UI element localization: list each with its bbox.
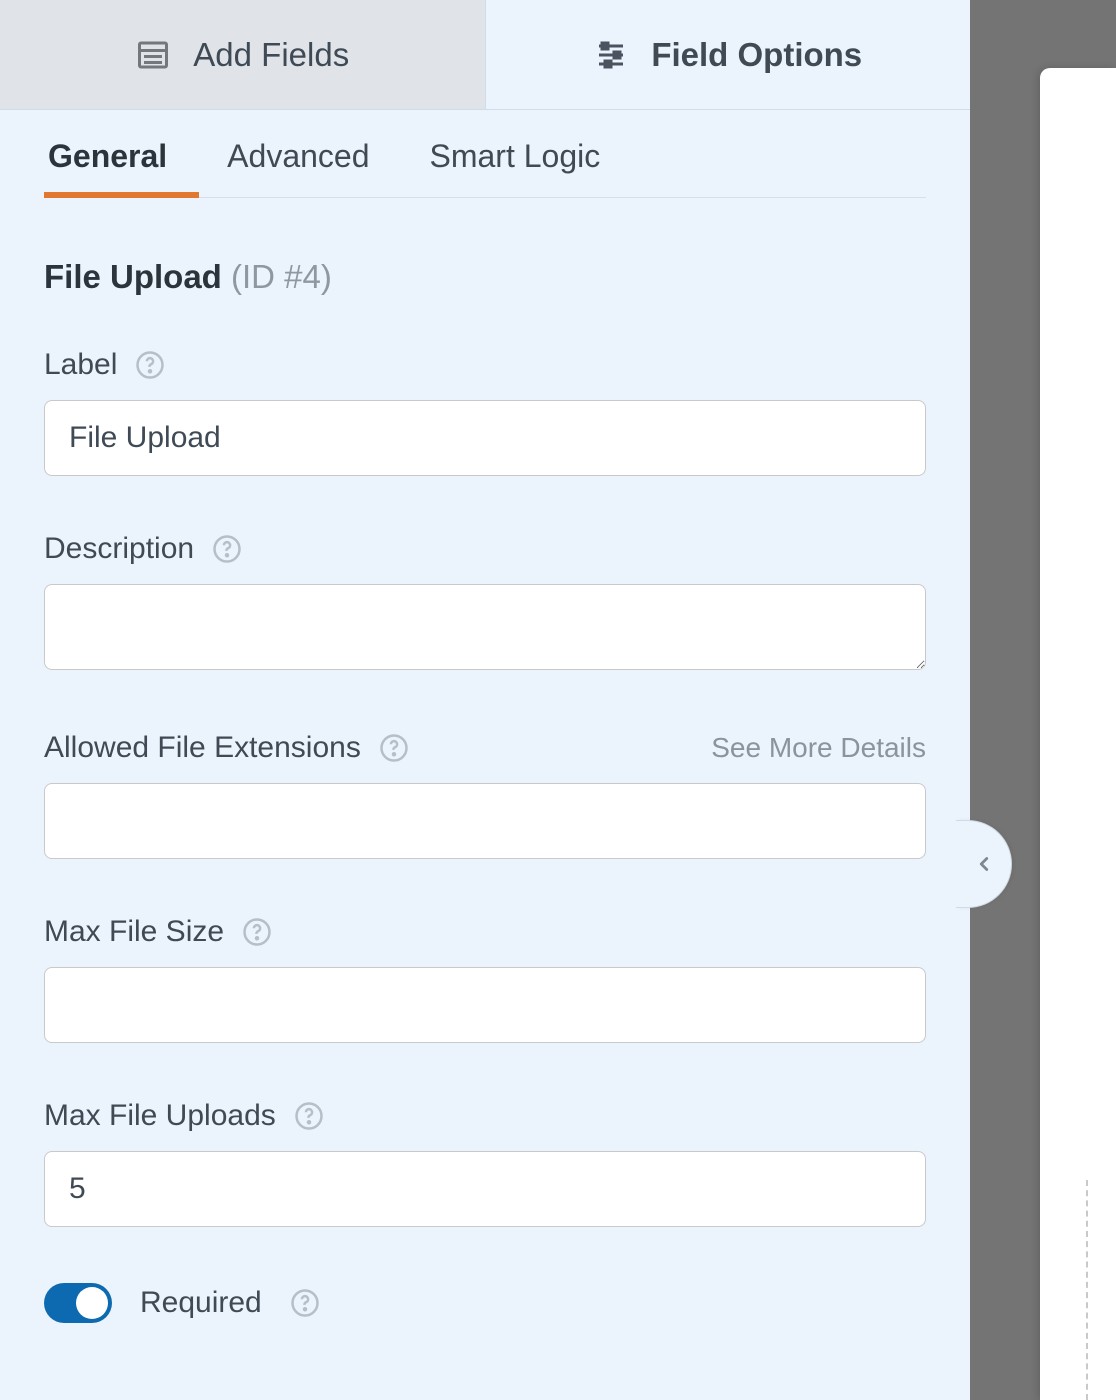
sliders-icon	[593, 37, 629, 73]
label-input[interactable]	[44, 400, 926, 476]
tab-add-fields[interactable]: Add Fields	[0, 0, 486, 109]
preview-dashed-edge	[1086, 1180, 1088, 1400]
help-icon[interactable]	[379, 733, 409, 763]
help-icon[interactable]	[135, 350, 165, 380]
sidebar-panel: Add Fields Field Options General	[0, 0, 970, 1400]
field-group-allowed-ext: Allowed File Extensions See More Details	[44, 731, 926, 859]
tab-add-fields-label: Add Fields	[193, 36, 349, 74]
section-title: File Upload (ID #4)	[44, 258, 926, 296]
tab-field-options[interactable]: Field Options	[486, 0, 971, 109]
description-input[interactable]	[44, 584, 926, 670]
required-label: Required	[140, 1286, 262, 1320]
allowed-ext-label: Allowed File Extensions	[44, 731, 361, 765]
preview-card	[1040, 68, 1116, 1400]
max-size-label: Max File Size	[44, 915, 224, 949]
field-group-description: Description	[44, 532, 926, 675]
subtab-advanced[interactable]: Advanced	[223, 138, 373, 197]
chevron-left-icon	[973, 850, 995, 878]
see-more-details-link[interactable]: See More Details	[711, 732, 926, 764]
section-title-text: File Upload	[44, 258, 222, 295]
max-uploads-input[interactable]	[44, 1151, 926, 1227]
max-size-input[interactable]	[44, 967, 926, 1043]
allowed-ext-input[interactable]	[44, 783, 926, 859]
subtab-general[interactable]: General	[44, 138, 171, 197]
list-icon	[135, 37, 171, 73]
sub-tabs: General Advanced Smart Logic	[44, 110, 926, 198]
content-area: File Upload (ID #4) Label	[0, 198, 970, 1323]
max-uploads-label: Max File Uploads	[44, 1099, 276, 1133]
section-id: (ID #4)	[231, 258, 332, 295]
help-icon[interactable]	[212, 534, 242, 564]
help-icon[interactable]	[242, 917, 272, 947]
label-label: Label	[44, 348, 117, 382]
toggle-knob	[76, 1287, 108, 1319]
help-icon[interactable]	[290, 1288, 320, 1318]
subtab-smart-logic[interactable]: Smart Logic	[426, 138, 605, 197]
field-group-max-size: Max File Size	[44, 915, 926, 1043]
field-group-max-uploads: Max File Uploads	[44, 1099, 926, 1227]
tab-field-options-label: Field Options	[651, 36, 862, 74]
help-icon[interactable]	[294, 1101, 324, 1131]
required-row: Required	[44, 1283, 926, 1323]
required-toggle[interactable]	[44, 1283, 112, 1323]
field-group-label: Label	[44, 348, 926, 476]
main-tabs: Add Fields Field Options	[0, 0, 970, 110]
description-label: Description	[44, 532, 194, 566]
